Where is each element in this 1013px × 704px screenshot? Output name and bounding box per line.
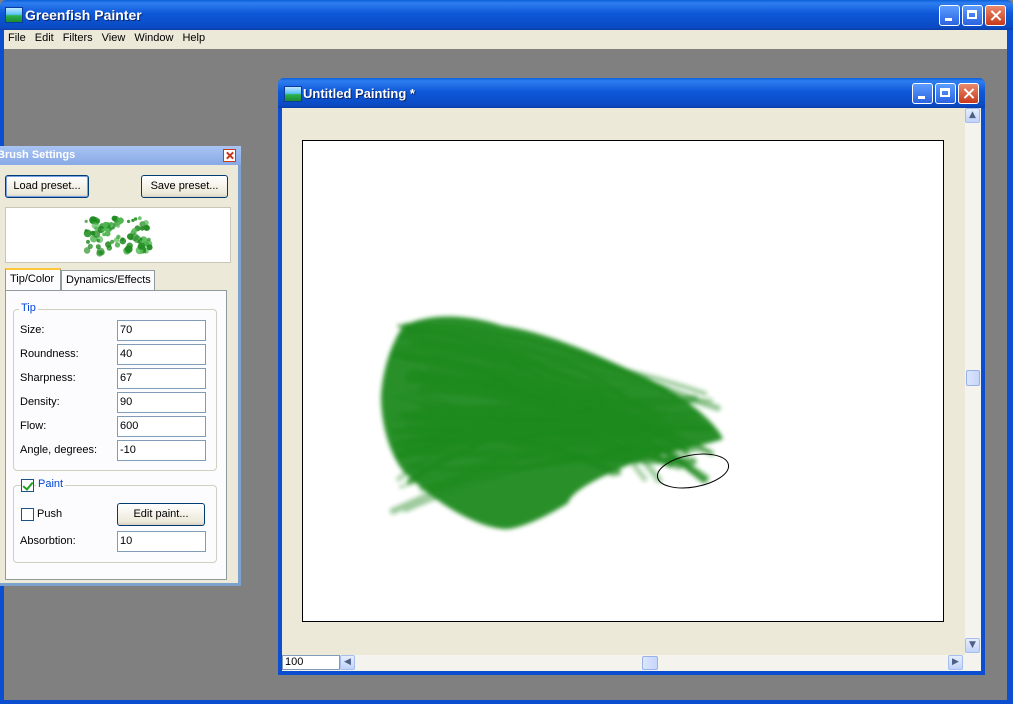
maximize-icon (936, 84, 955, 103)
load-preset-button[interactable]: Load preset... (5, 175, 89, 198)
maximize-button[interactable] (962, 5, 983, 26)
save-preset-button[interactable]: Save preset... (141, 175, 228, 198)
close-button[interactable] (985, 5, 1006, 26)
density-label: Density: (20, 396, 60, 408)
minimize-button[interactable] (939, 5, 960, 26)
close-icon (986, 6, 1005, 25)
sharpness-field[interactable]: 67 (117, 368, 206, 389)
menu-filters[interactable]: Filters (59, 30, 98, 44)
brush-settings-title: Brush Settings (0, 149, 76, 161)
painting-client-area: ▲ ▼ 100 ◀ ▶ (282, 108, 981, 671)
app-landscape-icon (5, 7, 23, 23)
vertical-scroll-thumb[interactable] (966, 370, 980, 386)
push-label: Push (37, 508, 63, 520)
paint-stroke (381, 316, 730, 530)
scroll-left-button[interactable]: ◀ (340, 655, 355, 670)
paint-group: Paint Push Edit paint... Absorbtion: 10 (13, 478, 217, 563)
vertical-scrollbar[interactable]: ▲ ▼ (965, 108, 981, 655)
tab-dynamics-effects[interactable]: Dynamics/Effects (61, 270, 155, 290)
flow-label: Flow: (20, 420, 47, 432)
zoom-input[interactable]: 100 (282, 655, 340, 670)
window-frame-right (1007, 30, 1013, 704)
brush-preview-image (83, 215, 153, 257)
painting-maximize-button[interactable] (935, 83, 956, 104)
window-frame-bottom (0, 700, 1013, 704)
roundness-label: Roundness: (20, 348, 79, 360)
absorption-field[interactable]: 10 (117, 531, 206, 552)
push-checkbox[interactable] (21, 508, 34, 521)
scroll-up-button[interactable]: ▲ (965, 108, 980, 123)
brush-preview (5, 207, 231, 263)
roundness-field[interactable]: 40 (117, 344, 206, 365)
app-title: Greenfish Painter (25, 7, 142, 23)
horizontal-scrollbar[interactable]: 100 ◀ ▶ (282, 655, 981, 671)
tab-tip-color[interactable]: Tip/Color (5, 268, 61, 290)
horizontal-scroll-thumb[interactable] (642, 656, 658, 670)
painting-title-bar[interactable]: Untitled Painting * (278, 78, 985, 108)
maximize-icon (963, 6, 982, 25)
tip-group-label: Tip (19, 302, 38, 314)
absorption-label: Absorbtion: (20, 535, 76, 547)
menu-view[interactable]: View (98, 30, 131, 44)
menu-window[interactable]: Window (130, 30, 178, 44)
painting-minimize-button[interactable] (912, 83, 933, 104)
size-label: Size: (20, 324, 45, 336)
angle-label: Angle, degrees: (20, 444, 98, 456)
brush-settings-body: Load preset... Save preset... Tip/Color … (0, 165, 238, 583)
scroll-right-button[interactable]: ▶ (948, 655, 963, 670)
menu-edit[interactable]: Edit (31, 30, 59, 44)
tip-color-panel: Tip Size: 70 Roundness: 40 Sharpness: 67… (5, 290, 227, 580)
minimize-icon (940, 6, 959, 25)
paint-group-label: Paint (36, 478, 66, 490)
brush-settings-title-bar[interactable]: Brush Settings (0, 146, 241, 165)
menu-file[interactable]: File (4, 30, 31, 44)
main-title-bar[interactable]: Greenfish Painter (0, 0, 1013, 30)
painting-title: Untitled Painting * (303, 86, 415, 101)
painting-landscape-icon (284, 86, 302, 102)
minimize-icon (913, 84, 932, 103)
size-field[interactable]: 70 (117, 320, 206, 341)
flow-field[interactable]: 600 (117, 416, 206, 437)
brush-settings-panel: Brush Settings Load preset... Save prese… (0, 146, 241, 586)
menu-bar: File Edit Filters View Window Help (4, 30, 1007, 49)
paint-checkbox[interactable] (21, 479, 34, 492)
painting-window: Untitled Painting * ▲ ▼ 100 ◀ ▶ (278, 78, 985, 675)
sharpness-label: Sharpness: (20, 372, 76, 384)
density-field[interactable]: 90 (117, 392, 206, 413)
painting-close-button[interactable] (958, 83, 979, 104)
painting-canvas[interactable] (302, 140, 944, 622)
brush-settings-close-button[interactable] (223, 149, 236, 162)
close-icon (959, 84, 978, 103)
scroll-down-button[interactable]: ▼ (965, 638, 980, 653)
angle-field[interactable]: -10 (117, 440, 206, 461)
edit-paint-button[interactable]: Edit paint... (117, 503, 205, 526)
menu-help[interactable]: Help (178, 30, 210, 44)
tip-group: Tip Size: 70 Roundness: 40 Sharpness: 67… (13, 302, 217, 471)
